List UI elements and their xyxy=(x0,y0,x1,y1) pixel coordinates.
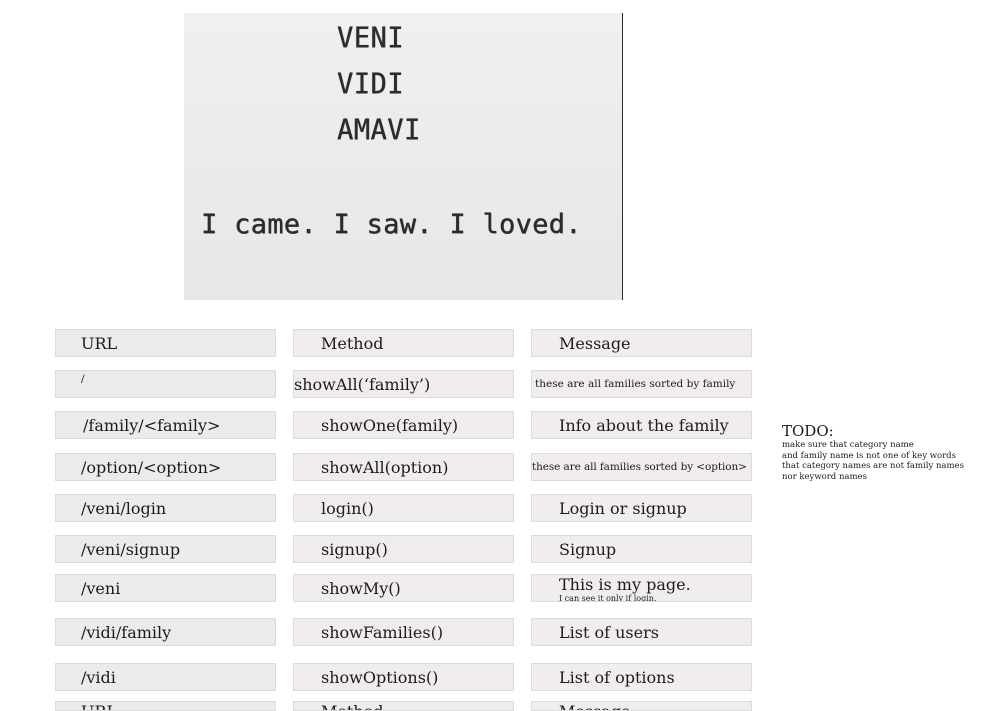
todo-line: make sure that category name xyxy=(782,440,914,450)
row-message: Info about the family xyxy=(531,411,752,439)
row-message: List of users xyxy=(531,618,752,646)
row-url: /option/<option> xyxy=(55,453,276,481)
row-method: showOne(family) xyxy=(293,411,514,439)
photo-word-veni: VENI xyxy=(337,22,405,55)
photo-word-amavi: AMAVI xyxy=(337,114,421,147)
row-url: /vidi/family xyxy=(55,618,276,646)
message-text: This is my page. xyxy=(559,574,691,594)
row-method: showAll(option) xyxy=(293,453,514,481)
header-method: Method xyxy=(293,329,514,357)
header-message: Message xyxy=(531,329,752,357)
row-url: /vidi xyxy=(55,663,276,691)
todo-title: TODO: xyxy=(782,422,834,440)
todo-line: that category names are not family names xyxy=(782,461,964,471)
header-url: URL xyxy=(55,329,276,357)
row-message: these are all families sorted by <option… xyxy=(531,453,752,481)
row-method: login() xyxy=(293,494,514,522)
row-method: showMy() xyxy=(293,574,514,602)
row-url: /veni/login xyxy=(55,494,276,522)
todo-note: TODO: make sure that category name and f… xyxy=(782,422,987,482)
row-method: showAll(‘family’) xyxy=(293,370,514,398)
footer-message: Message xyxy=(531,701,752,711)
footer-method: Method xyxy=(293,701,514,711)
row-url: /family/<family> xyxy=(55,411,276,439)
row-message: Login or signup xyxy=(531,494,752,522)
row-message: Signup xyxy=(531,535,752,563)
row-message: This is my page. I can see it only if lo… xyxy=(531,574,752,602)
typewriter-photo: VENI VIDI AMAVI I came. I saw. I loved. xyxy=(184,13,623,300)
row-url: / xyxy=(55,370,276,398)
message-note: I can see it only if login. xyxy=(559,593,657,602)
row-method: showFamilies() xyxy=(293,618,514,646)
row-message: these are all families sorted by family xyxy=(531,370,752,398)
row-url: /veni xyxy=(55,574,276,602)
photo-caption: I came. I saw. I loved. xyxy=(201,209,582,240)
todo-line: nor keyword names xyxy=(782,471,867,482)
row-method: showOptions() xyxy=(293,663,514,691)
photo-word-vidi: VIDI xyxy=(337,68,405,101)
row-url: /veni/signup xyxy=(55,535,276,563)
todo-line: and family name is not one of key words xyxy=(782,450,956,461)
row-method: signup() xyxy=(293,535,514,563)
row-message: List of options xyxy=(531,663,752,691)
footer-url: URL xyxy=(55,701,276,711)
